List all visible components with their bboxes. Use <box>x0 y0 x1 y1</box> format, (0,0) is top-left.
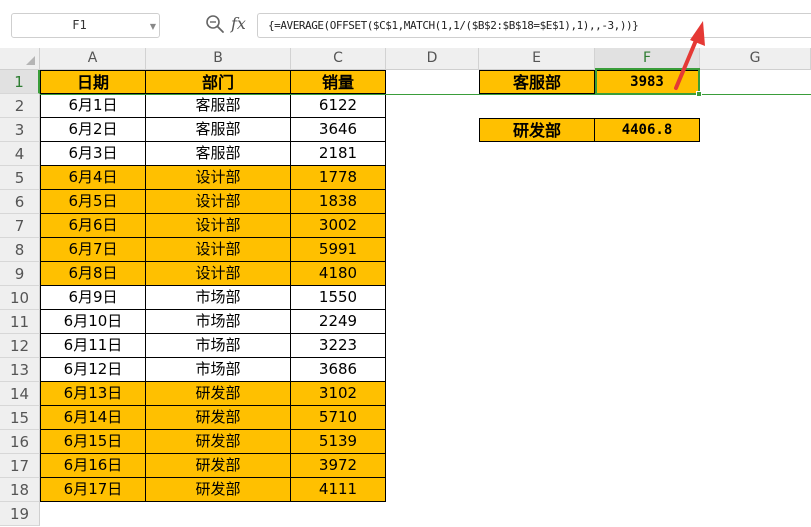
table-cell-sales[interactable]: 5991 <box>291 238 386 262</box>
table-cell-dept[interactable]: 设计部 <box>146 238 291 262</box>
row-header-9[interactable]: 9 <box>0 262 40 286</box>
table-cell-sales[interactable]: 3102 <box>291 382 386 406</box>
table-cell-dept[interactable]: 研发部 <box>146 454 291 478</box>
table-cell-dept[interactable]: 市场部 <box>146 286 291 310</box>
row-header-16[interactable]: 16 <box>0 430 40 454</box>
table-cell-sales[interactable]: 2181 <box>291 142 386 166</box>
column-header-d[interactable]: D <box>386 48 479 70</box>
zoom-search-icon[interactable] <box>205 14 225 34</box>
row-header-12[interactable]: 12 <box>0 334 40 358</box>
table-header-cell[interactable]: 销量 <box>291 70 386 94</box>
column-header-c[interactable]: C <box>291 48 386 70</box>
table-cell-sales[interactable]: 3223 <box>291 334 386 358</box>
row-header-7[interactable]: 7 <box>0 214 40 238</box>
table-cell-sales[interactable]: 5139 <box>291 430 386 454</box>
table-cell-date[interactable]: 6月13日 <box>40 382 146 406</box>
table-cell-date[interactable]: 6月10日 <box>40 310 146 334</box>
table-cell-dept[interactable]: 设计部 <box>146 262 291 286</box>
table-cell-date[interactable]: 6月1日 <box>40 94 146 118</box>
table-cell-date[interactable]: 6月15日 <box>40 430 146 454</box>
table-cell-dept[interactable]: 市场部 <box>146 358 291 382</box>
table-cell-dept[interactable]: 市场部 <box>146 310 291 334</box>
table-cell-date[interactable]: 6月2日 <box>40 118 146 142</box>
row-header-5[interactable]: 5 <box>0 166 40 190</box>
name-box-value: F1 <box>72 18 87 32</box>
table-cell-date[interactable]: 6月9日 <box>40 286 146 310</box>
table-cell-date[interactable]: 6月4日 <box>40 166 146 190</box>
table-cell-sales[interactable]: 4111 <box>291 478 386 502</box>
formula-text: {=AVERAGE(OFFSET($C$1,MATCH(1,1/($B$2:$B… <box>268 19 639 32</box>
row-header-17[interactable]: 17 <box>0 454 40 478</box>
table-cell-date[interactable]: 6月5日 <box>40 190 146 214</box>
name-box[interactable]: F1 ▼ <box>11 13 160 38</box>
table-cell-dept[interactable]: 设计部 <box>146 166 291 190</box>
table-cell-sales[interactable]: 3972 <box>291 454 386 478</box>
row-header-14[interactable]: 14 <box>0 382 40 406</box>
table-cell-date[interactable]: 6月14日 <box>40 406 146 430</box>
table-cell-sales[interactable]: 3002 <box>291 214 386 238</box>
table-cell-date[interactable]: 6月3日 <box>40 142 146 166</box>
lookup-label[interactable]: 研发部 <box>479 118 595 142</box>
table-cell-dept[interactable]: 研发部 <box>146 430 291 454</box>
row-header-2[interactable]: 2 <box>0 94 40 118</box>
table-cell-sales[interactable]: 5710 <box>291 406 386 430</box>
column-header-e[interactable]: E <box>479 48 595 70</box>
row-header-3[interactable]: 3 <box>0 118 40 142</box>
row-header-13[interactable]: 13 <box>0 358 40 382</box>
row-header-19[interactable]: 19 <box>0 502 40 526</box>
table-cell-dept[interactable]: 客服部 <box>146 118 291 142</box>
table-cell-date[interactable]: 6月8日 <box>40 262 146 286</box>
table-cell-dept[interactable]: 研发部 <box>146 382 291 406</box>
table-header-cell[interactable]: 日期 <box>40 70 146 94</box>
lookup-value[interactable]: 4406.8 <box>595 118 700 142</box>
table-cell-date[interactable]: 6月7日 <box>40 238 146 262</box>
column-header-b[interactable]: B <box>146 48 291 70</box>
table-cell-dept[interactable]: 研发部 <box>146 406 291 430</box>
row-header-8[interactable]: 8 <box>0 238 40 262</box>
table-header-cell[interactable]: 部门 <box>146 70 291 94</box>
formula-input[interactable]: {=AVERAGE(OFFSET($C$1,MATCH(1,1/($B$2:$B… <box>257 13 811 38</box>
table-cell-sales[interactable]: 1778 <box>291 166 386 190</box>
row-header-18[interactable]: 18 <box>0 478 40 502</box>
table-cell-dept[interactable]: 客服部 <box>146 142 291 166</box>
table-cell-dept[interactable]: 设计部 <box>146 190 291 214</box>
table-cell-date[interactable]: 6月17日 <box>40 478 146 502</box>
table-cell-date[interactable]: 6月16日 <box>40 454 146 478</box>
row-header-11[interactable]: 11 <box>0 310 40 334</box>
table-cell-sales[interactable]: 3686 <box>291 358 386 382</box>
table-cell-dept[interactable]: 客服部 <box>146 94 291 118</box>
row-header-6[interactable]: 6 <box>0 190 40 214</box>
fx-icon[interactable]: fx <box>231 14 246 33</box>
table-cell-sales[interactable]: 6122 <box>291 94 386 118</box>
row-header-10[interactable]: 10 <box>0 286 40 310</box>
column-header-a[interactable]: A <box>40 48 146 70</box>
row-header-1[interactable]: 1 <box>0 70 40 94</box>
table-cell-dept[interactable]: 市场部 <box>146 334 291 358</box>
table-cell-date[interactable]: 6月11日 <box>40 334 146 358</box>
table-cell-sales[interactable]: 2249 <box>291 310 386 334</box>
select-all-icon <box>26 56 35 65</box>
table-cell-dept[interactable]: 研发部 <box>146 478 291 502</box>
lookup-label[interactable]: 客服部 <box>479 70 595 94</box>
table-cell-dept[interactable]: 设计部 <box>146 214 291 238</box>
table-cell-sales[interactable]: 1838 <box>291 190 386 214</box>
table-cell-sales[interactable]: 4180 <box>291 262 386 286</box>
spreadsheet-grid: A B C D E F G 1 2 3 4 5 6 7 8 9 10 11 12 13 14 15 16 17 18 19 日期 部门… <box>0 48 811 527</box>
table-cell-sales[interactable]: 3646 <box>291 118 386 142</box>
row-header-15[interactable]: 15 <box>0 406 40 430</box>
table-cell-date[interactable]: 6月6日 <box>40 214 146 238</box>
chevron-down-icon[interactable]: ▼ <box>150 22 156 31</box>
table-cell-sales[interactable]: 1550 <box>291 286 386 310</box>
select-all-corner[interactable] <box>0 48 40 70</box>
annotation-arrow-icon <box>674 21 705 90</box>
row-header-4[interactable]: 4 <box>0 142 40 166</box>
table-cell-date[interactable]: 6月12日 <box>40 358 146 382</box>
